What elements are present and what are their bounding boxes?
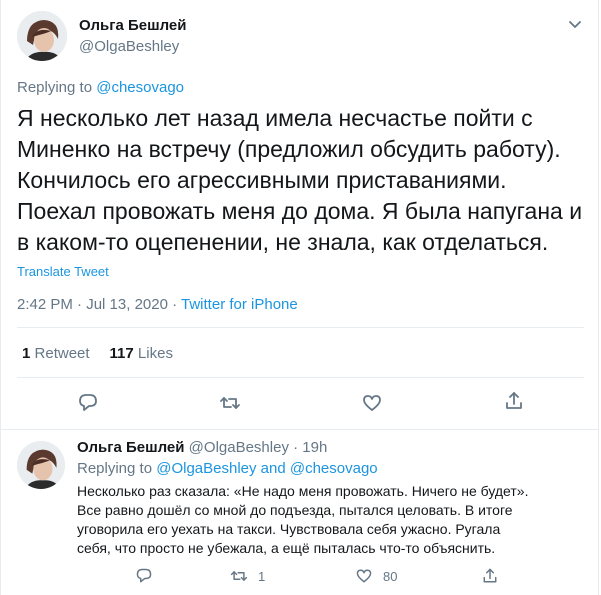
reply-like-action[interactable]: 80 [355,567,397,585]
reply-header: Ольга Бешлей @OlgaBeshley · 19h [77,439,328,456]
replying-prefix: Replying to [17,79,97,96]
avatar[interactable] [17,11,67,61]
replying-to-link[interactable]: @OlgaBeshley and @chesovago [156,460,377,477]
reply-author-name[interactable]: Ольга Бешлей [77,439,185,456]
tweet-meta: 2:42 PM · Jul 13, 2020 · Twitter for iPh… [17,296,298,313]
tweet-stats: 1 Retweet 117 Likes [22,345,173,362]
translate-tweet-link[interactable]: Translate Tweet [17,264,109,279]
avatar[interactable] [17,441,65,489]
tweet-time[interactable]: 2:42 PM [17,296,73,313]
reply-retweet-count: 1 [258,568,266,584]
share-icon[interactable] [503,390,525,412]
reply-bubble-icon[interactable] [77,392,99,414]
reply-bubble-icon[interactable] [135,567,153,585]
reply-share-action[interactable] [481,567,499,585]
retweet-icon[interactable] [219,392,241,414]
replying-to-link[interactable]: @chesovago [96,79,184,96]
likes-count: 117 [109,345,134,362]
divider [17,327,584,328]
tweet-text: Я несколько лет назад имела несчастье по… [17,105,583,255]
reply-age[interactable]: 19h [302,439,327,456]
likes-stat[interactable]: 117 Likes [110,345,173,362]
share-icon[interactable] [481,567,499,585]
retweets-label: Retweet [34,345,90,362]
replying-to: Replying to @chesovago [17,79,184,96]
reply-reply-action[interactable] [135,567,153,585]
retweets-count: 1 [22,345,31,362]
likes-label: Likes [137,345,173,362]
author-handle[interactable]: @OlgaBeshley [79,38,179,55]
author-name[interactable]: Ольга Бешлей [79,17,187,34]
replying-prefix: Replying to [77,460,157,477]
tweet-source[interactable]: Twitter for iPhone [181,296,298,313]
reply-replying-to: Replying to @OlgaBeshley and @chesovago [77,460,378,477]
retweet-icon[interactable] [230,567,248,585]
chevron-down-icon[interactable] [567,16,583,32]
reply-retweet-action[interactable]: 1 [230,567,265,585]
divider [17,377,584,378]
heart-icon[interactable] [355,567,373,585]
reply-author-handle[interactable]: @OlgaBeshley [189,439,289,456]
reply-like-count: 80 [383,568,398,584]
retweets-stat[interactable]: 1 Retweet [22,345,90,362]
reply-text: Несколько раз сказала: «Не надо меня про… [77,483,529,556]
tweet-date[interactable]: Jul 13, 2020 [86,296,168,313]
main-tweet: Ольга Бешлей @OlgaBeshley Replying to @c… [0,0,599,430]
heart-icon[interactable] [361,392,383,414]
